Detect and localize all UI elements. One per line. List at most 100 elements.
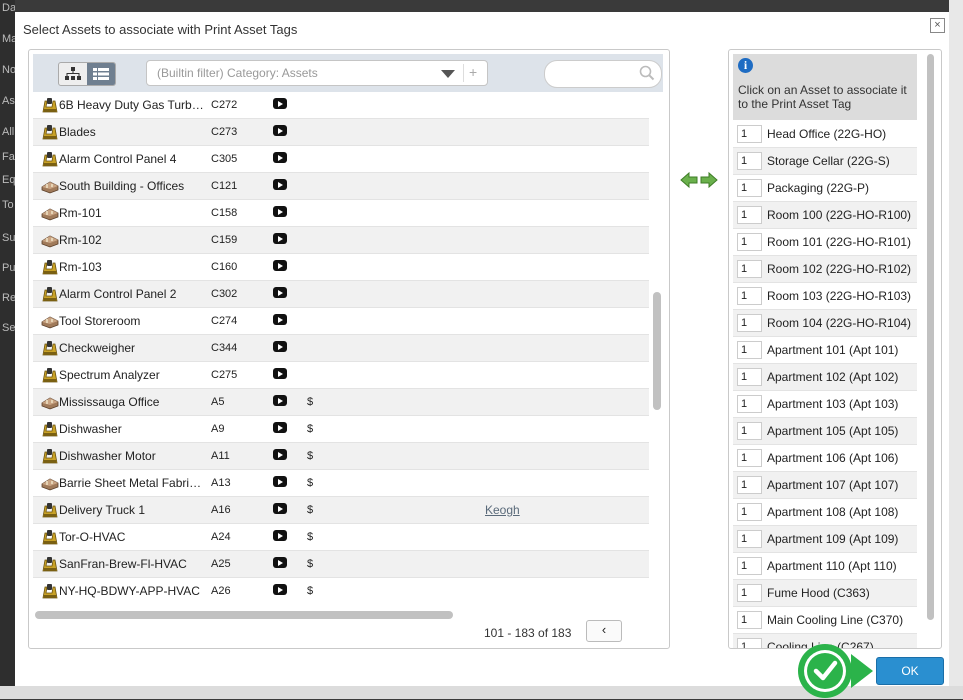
print-tag-row[interactable]: 1 Fume Hood (C363) xyxy=(733,580,917,607)
tree-view-button[interactable] xyxy=(59,63,87,85)
previous-page-button[interactable]: ‹ xyxy=(586,620,622,642)
asset-row[interactable]: Barrie Sheet Metal Fabrication A13 $ xyxy=(33,470,649,497)
print-tag-row[interactable]: 1 Apartment 105 (Apt 105) xyxy=(733,418,917,445)
asset-code: A26 xyxy=(211,585,231,597)
quantity-input[interactable]: 1 xyxy=(737,233,762,251)
quantity-input[interactable]: 1 xyxy=(737,611,762,629)
play-icon[interactable] xyxy=(273,530,287,541)
play-icon[interactable] xyxy=(273,98,287,109)
play-icon[interactable] xyxy=(273,125,287,136)
print-tag-row[interactable]: 1 Apartment 109 (Apt 109) xyxy=(733,526,917,553)
asset-row[interactable]: Tor-O-HVAC A24 $ xyxy=(33,524,649,551)
asset-row[interactable]: SanFran-Brew-Fl-HVAC A25 $ xyxy=(33,551,649,578)
print-tag-row[interactable]: 1 Apartment 110 (Apt 110) xyxy=(733,553,917,580)
print-tag-row[interactable]: 1 Apartment 103 (Apt 103) xyxy=(733,391,917,418)
close-button[interactable]: × xyxy=(930,18,945,33)
print-tag-row[interactable]: 1 Apartment 108 (Apt 108) xyxy=(733,499,917,526)
asset-row[interactable]: Rm-102 C159 xyxy=(33,227,649,254)
quantity-input[interactable]: 1 xyxy=(737,152,762,170)
asset-row[interactable]: South Building - Offices C121 xyxy=(33,173,649,200)
asset-row[interactable]: Mississauga Office A5 $ xyxy=(33,389,649,416)
play-icon[interactable] xyxy=(273,314,287,325)
quantity-input[interactable]: 1 xyxy=(737,287,762,305)
asset-row[interactable]: Checkweigher C344 xyxy=(33,335,649,362)
asset-row[interactable]: Delivery Truck 1 A16 $ Keogh xyxy=(33,497,649,524)
quantity-input[interactable]: 1 xyxy=(737,341,762,359)
play-icon[interactable] xyxy=(273,233,287,244)
tag-name: Storage Cellar (22G-S) xyxy=(767,154,890,168)
asset-row[interactable]: Rm-101 C158 xyxy=(33,200,649,227)
play-icon[interactable] xyxy=(273,152,287,163)
asset-name: Barrie Sheet Metal Fabrication xyxy=(59,476,204,490)
asset-row[interactable]: 6B Heavy Duty Gas Turbine C272 xyxy=(33,92,649,119)
quantity-input[interactable]: 1 xyxy=(737,395,762,413)
quantity-input[interactable]: 1 xyxy=(737,422,762,440)
print-tag-row[interactable]: 1 Storage Cellar (22G-S) xyxy=(733,148,917,175)
asset-row[interactable]: Blades C273 xyxy=(33,119,649,146)
quantity-input[interactable]: 1 xyxy=(737,260,762,278)
print-tag-row[interactable]: 1 Apartment 102 (Apt 102) xyxy=(733,364,917,391)
play-icon[interactable] xyxy=(273,179,287,190)
asset-row[interactable]: Tool Storeroom C274 xyxy=(33,308,649,335)
quantity-input[interactable]: 1 xyxy=(737,449,762,467)
play-icon[interactable] xyxy=(273,449,287,460)
quantity-input[interactable]: 1 xyxy=(737,530,762,548)
horizontal-scrollbar[interactable] xyxy=(35,611,453,619)
filter-dropdown[interactable]: (Builtin filter) Category: Assets + xyxy=(146,60,488,86)
facility-icon xyxy=(41,232,59,248)
print-tag-row[interactable]: 1 Apartment 106 (Apt 106) xyxy=(733,445,917,472)
play-icon[interactable] xyxy=(273,287,287,298)
add-filter-button[interactable]: + xyxy=(469,64,477,80)
play-icon[interactable] xyxy=(273,503,287,514)
quantity-input[interactable]: 1 xyxy=(737,314,762,332)
play-icon[interactable] xyxy=(273,557,287,568)
vertical-scrollbar[interactable] xyxy=(653,292,661,410)
quantity-input[interactable]: 1 xyxy=(737,557,762,575)
background-nav-item: As xyxy=(2,95,15,107)
play-icon[interactable] xyxy=(273,476,287,487)
print-tag-row[interactable]: 1 Room 102 (22G-HO-R102) xyxy=(733,256,917,283)
quantity-input[interactable]: 1 xyxy=(737,179,762,197)
quantity-input[interactable]: 1 xyxy=(737,125,762,143)
play-icon[interactable] xyxy=(273,260,287,271)
quantity-input[interactable]: 1 xyxy=(737,476,762,494)
asset-code: A5 xyxy=(211,396,225,408)
print-tag-row[interactable]: 1 Head Office (22G-HO) xyxy=(733,121,917,148)
play-icon[interactable] xyxy=(273,341,287,352)
swap-arrows-icon[interactable] xyxy=(680,171,718,189)
print-tag-row[interactable]: 1 Room 101 (22G-HO-R101) xyxy=(733,229,917,256)
asset-row[interactable]: Spectrum Analyzer C275 xyxy=(33,362,649,389)
print-tag-row[interactable]: 1 Packaging (22G-P) xyxy=(733,175,917,202)
play-icon[interactable] xyxy=(273,206,287,217)
quantity-input[interactable]: 1 xyxy=(737,638,762,648)
print-tag-row[interactable]: 1 Room 104 (22G-HO-R104) xyxy=(733,310,917,337)
print-tag-row[interactable]: 1 Apartment 101 (Apt 101) xyxy=(733,337,917,364)
quantity-input[interactable]: 1 xyxy=(737,206,762,224)
quantity-input[interactable]: 1 xyxy=(737,368,762,386)
asset-row[interactable]: Rm-103 C160 xyxy=(33,254,649,281)
tag-list-scrollbar[interactable] xyxy=(927,54,934,620)
asset-row[interactable]: Alarm Control Panel 2 C302 xyxy=(33,281,649,308)
asset-row[interactable]: NY-HQ-BDWY-APP-HVAC A26 $ xyxy=(33,578,649,602)
play-icon[interactable] xyxy=(273,422,287,433)
list-view-button[interactable] xyxy=(87,63,115,85)
play-icon[interactable] xyxy=(273,395,287,406)
play-icon[interactable] xyxy=(273,584,287,595)
quantity-input[interactable]: 1 xyxy=(737,584,762,602)
info-text: Click on an Asset to associate it to the… xyxy=(738,83,907,111)
asset-link[interactable]: Keogh xyxy=(485,503,520,517)
ok-button[interactable]: OK xyxy=(876,657,944,685)
asset-row[interactable]: Dishwasher A9 $ xyxy=(33,416,649,443)
chevron-down-icon[interactable] xyxy=(441,70,455,78)
print-tag-row[interactable]: 1 Main Cooling Line (C370) xyxy=(733,607,917,634)
print-tag-row[interactable]: 1 Apartment 107 (Apt 107) xyxy=(733,472,917,499)
print-tag-row[interactable]: 1 Room 103 (22G-HO-R103) xyxy=(733,283,917,310)
asset-row[interactable]: Dishwasher Motor A11 $ xyxy=(33,443,649,470)
print-tag-row[interactable]: 1 Room 100 (22G-HO-R100) xyxy=(733,202,917,229)
background-nav-item: Pu xyxy=(2,262,15,274)
play-icon[interactable] xyxy=(273,368,287,379)
asset-row[interactable]: Alarm Control Panel 4 C305 xyxy=(33,146,649,173)
asset-cost: $ xyxy=(307,396,314,408)
search-input[interactable] xyxy=(544,60,662,88)
quantity-input[interactable]: 1 xyxy=(737,503,762,521)
